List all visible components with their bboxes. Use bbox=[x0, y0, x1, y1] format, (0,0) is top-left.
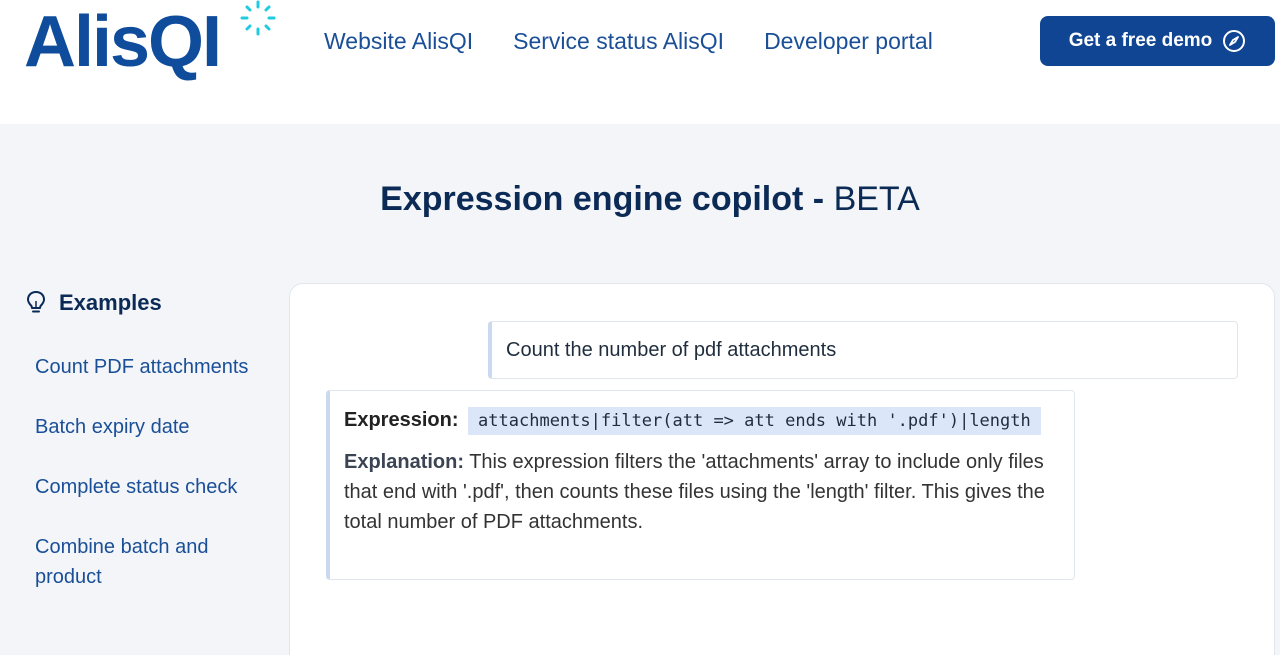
alisqi-logo[interactable]: AlisQI bbox=[24, 0, 284, 82]
page-title: Expression engine copilot - BETA bbox=[0, 180, 1280, 219]
chat-panel: Count the number of pdf attachments Expr… bbox=[289, 283, 1275, 655]
expression-code: attachments|filter(att => att ends with … bbox=[468, 407, 1041, 435]
expression-label: Expression: bbox=[344, 409, 459, 431]
user-message: Count the number of pdf attachments bbox=[488, 321, 1238, 379]
explanation-row: Explanation: This expression filters the… bbox=[344, 447, 1058, 537]
examples-list: Count PDF attachments Batch expiry date … bbox=[35, 352, 275, 622]
user-message-text: Count the number of pdf attachments bbox=[506, 338, 837, 361]
example-item-status-check[interactable]: Complete status check bbox=[35, 472, 275, 502]
nav-developer-portal-link[interactable]: Developer portal bbox=[764, 26, 933, 56]
nav-service-status-link[interactable]: Service status AlisQI bbox=[513, 26, 724, 56]
assistant-answer: Expression: attachments|filter(att => at… bbox=[326, 390, 1075, 580]
page-title-main: Expression engine copilot - bbox=[380, 180, 834, 218]
compass-icon bbox=[1223, 30, 1246, 52]
site-header: AlisQI Website AlisQI Service status Ali… bbox=[0, 0, 1280, 124]
top-nav: Website AlisQI Service status AlisQI Dev… bbox=[324, 26, 933, 56]
example-item-combine-batch[interactable]: Combine batch and product bbox=[35, 532, 275, 592]
get-demo-label: Get a free demo bbox=[1068, 30, 1213, 51]
example-item-batch-expiry[interactable]: Batch expiry date bbox=[35, 412, 275, 442]
lightbulb-icon bbox=[27, 291, 45, 313]
examples-heading-label: Examples bbox=[59, 290, 162, 315]
expression-row: Expression: attachments|filter(att => at… bbox=[344, 405, 1058, 437]
explanation-label: Explanation: bbox=[344, 451, 465, 473]
sparkle-icon bbox=[240, 0, 276, 36]
examples-heading: Examples bbox=[25, 286, 275, 320]
nav-website-link[interactable]: Website AlisQI bbox=[324, 26, 473, 56]
get-demo-button[interactable]: Get a free demo bbox=[1040, 16, 1275, 66]
example-item-count-pdf[interactable]: Count PDF attachments bbox=[35, 352, 275, 382]
examples-sidebar: Examples Count PDF attachments Batch exp… bbox=[25, 286, 275, 588]
page-title-beta: BETA bbox=[833, 180, 920, 218]
logo-text: AlisQI bbox=[24, 2, 222, 82]
